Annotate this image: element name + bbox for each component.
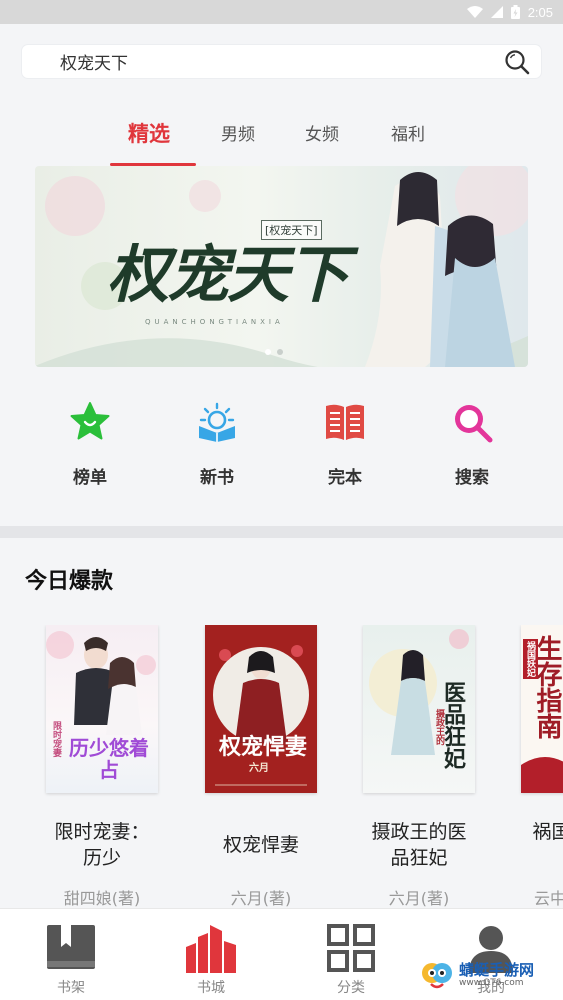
cover-title: 权宠悍妻 (218, 734, 307, 760)
quick-link-new-books[interactable]: 新书 (172, 395, 262, 488)
bookshelf-icon (36, 919, 106, 973)
book-title[interactable]: 摄政王的医品狂妃 (354, 819, 484, 871)
cover-subtitle: 限时宠妻 (51, 721, 61, 757)
quick-link-label: 榜单 (73, 468, 107, 488)
nav-label: 书架 (57, 980, 85, 996)
book-author: 六月(著) (230, 889, 292, 908)
watermark: 蜻蜓手游网 www.QT6.com (413, 950, 563, 1000)
promo-banner[interactable]: [权宠天下] 权宠天下 QUANCHONGTIANXIA (35, 166, 528, 367)
search-input[interactable]: 权宠天下 (60, 49, 503, 74)
quick-links: 榜单 新书 完本 搜索 (0, 395, 563, 495)
watermark-text: 蜻蜓手游网 (459, 961, 535, 979)
watermark-url: www.QT6.com (459, 978, 524, 988)
section-divider (0, 526, 563, 538)
search-bar[interactable]: 权宠天下 (22, 45, 541, 78)
signal-icon (490, 6, 503, 18)
banner-dot (277, 349, 283, 355)
quick-link-ranking[interactable]: 榜单 (45, 395, 135, 488)
book-card[interactable]: 生存指南 祸国妖妃 祸国生存指南 云中 (512, 625, 563, 909)
category-grid-icon (316, 919, 386, 973)
status-time: 2:05 (527, 4, 553, 20)
dragonfly-logo-icon (422, 963, 452, 989)
quick-link-label: 搜索 (455, 468, 489, 488)
quick-link-search[interactable]: 搜索 (427, 395, 517, 488)
open-book-icon (322, 399, 368, 445)
tab-female[interactable]: 女频 (305, 120, 339, 145)
status-bar: 2:05 (0, 0, 563, 24)
tab-welfare[interactable]: 福利 (391, 120, 425, 145)
book-author: 云中 (534, 889, 563, 908)
nav-label: 分类 (337, 980, 365, 996)
battery-icon (510, 5, 520, 19)
book-title[interactable]: 祸国生存指南 (512, 819, 563, 871)
channel-tabs: 精选 男频 女频 福利 (0, 112, 563, 168)
banner-subtitle: QUANCHONGTIANXIA (145, 318, 284, 326)
cover-author: 六月 (249, 763, 269, 774)
tab-featured[interactable]: 精选 (128, 118, 170, 148)
nav-bookstore[interactable]: 书城 (176, 919, 246, 997)
book-light-icon (194, 399, 240, 445)
banner-dot-active (265, 349, 271, 355)
book-carousel: 限时宠妻 历少悠着占 限时宠妻：历少 甜四娘(著) 权宠悍妻 六月 权宠悍妻 六… (0, 625, 563, 915)
book-cover[interactable]: 权宠悍妻 六月 (205, 625, 317, 793)
book-card[interactable]: 医品狂妃 摄政王的 摄政王的医品狂妃 六月(著) (354, 625, 484, 909)
quick-link-label: 新书 (200, 468, 234, 488)
banner-pagination (265, 349, 283, 355)
book-card[interactable]: 限时宠妻 历少悠着占 限时宠妻：历少 甜四娘(著) (37, 625, 167, 909)
book-cover[interactable]: 生存指南 祸国妖妃 (521, 625, 563, 793)
search-icon (449, 399, 495, 445)
book-title[interactable]: 权宠悍妻 (196, 819, 326, 871)
book-title[interactable]: 限时宠妻：历少 (37, 819, 167, 871)
star-icon (67, 399, 113, 445)
wifi-icon (466, 6, 483, 18)
bookstore-icon (176, 919, 246, 973)
banner-title: 权宠天下 (107, 238, 349, 311)
book-author: 六月(著) (388, 889, 450, 908)
quick-link-label: 完本 (328, 468, 362, 488)
nav-bookshelf[interactable]: 书架 (36, 919, 106, 997)
nav-label: 书城 (197, 980, 225, 996)
book-cover[interactable]: 限时宠妻 历少悠着占 (46, 625, 158, 793)
book-author: 甜四娘(著) (63, 889, 141, 908)
quick-link-completed[interactable]: 完本 (300, 395, 390, 488)
cover-subtitle: 摄政王的 (434, 709, 444, 745)
tab-male[interactable]: 男频 (221, 120, 255, 145)
book-cover[interactable]: 医品狂妃 摄政王的 (363, 625, 475, 793)
book-card[interactable]: 权宠悍妻 六月 权宠悍妻 六月(著) (196, 625, 326, 909)
cover-title: 历少悠着占 (69, 736, 149, 782)
nav-category[interactable]: 分类 (316, 919, 386, 997)
search-icon[interactable] (503, 48, 531, 76)
cover-subtitle: 祸国妖妃 (523, 639, 538, 679)
section-title: 今日爆款 (25, 569, 114, 594)
